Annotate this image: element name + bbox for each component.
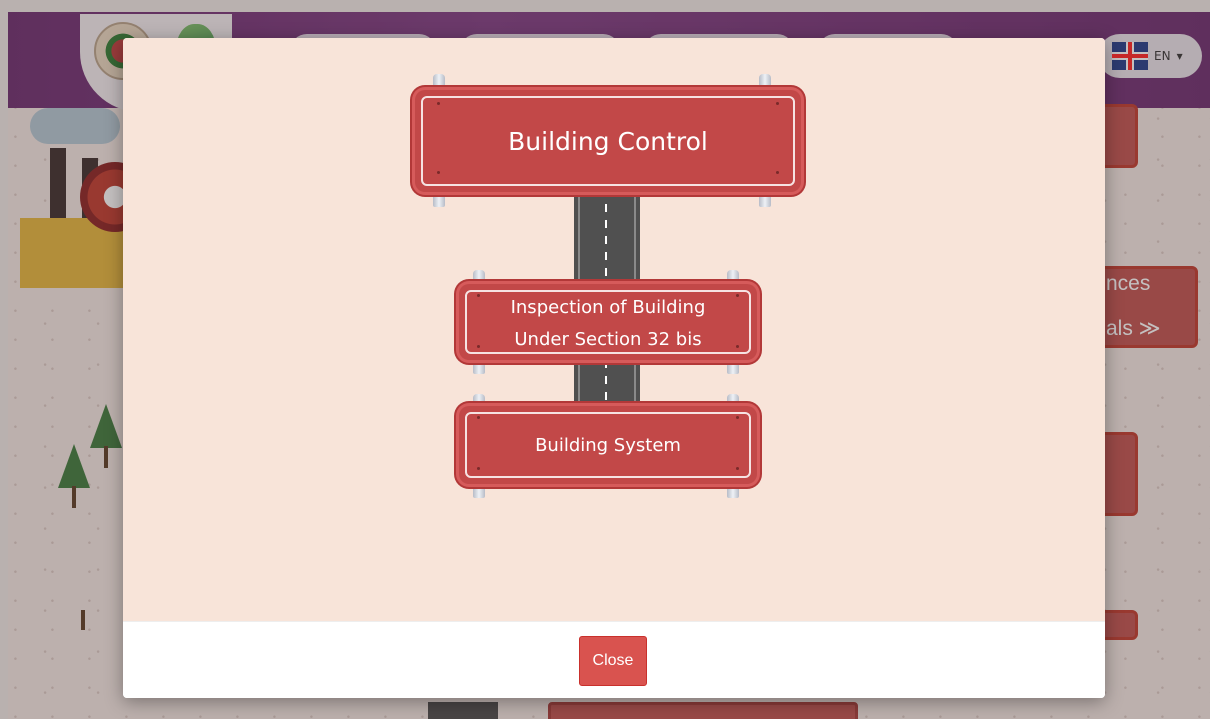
bolt-icon [433, 74, 445, 88]
bolt-icon [473, 270, 485, 284]
sign-building-system[interactable]: Building System [459, 406, 757, 484]
bolt-icon [727, 360, 739, 374]
modal-body: Building Control Inspection of Building … [123, 38, 1105, 621]
building-control-modal: Building Control Inspection of Building … [123, 38, 1105, 698]
sign-line-2: Under Section 32 bis [514, 329, 702, 350]
sign-line-1: Inspection of Building [510, 297, 706, 318]
bolt-icon [759, 193, 771, 207]
sign-inspection-of-building[interactable]: Inspection of Building Under Section 32 … [459, 284, 757, 360]
sign-label: Building System [535, 434, 681, 456]
bolt-icon [473, 484, 485, 498]
close-button[interactable]: Close [579, 636, 647, 686]
modal-footer: Close [123, 621, 1105, 698]
bolt-icon [473, 360, 485, 374]
bolt-icon [759, 74, 771, 88]
bolt-icon [727, 270, 739, 284]
road-illustration [574, 188, 640, 288]
sign-title: Building Control [508, 126, 708, 156]
bolt-icon [727, 484, 739, 498]
bolt-icon [433, 193, 445, 207]
road-illustration [574, 360, 640, 408]
sign-building-control[interactable]: Building Control [415, 90, 801, 192]
